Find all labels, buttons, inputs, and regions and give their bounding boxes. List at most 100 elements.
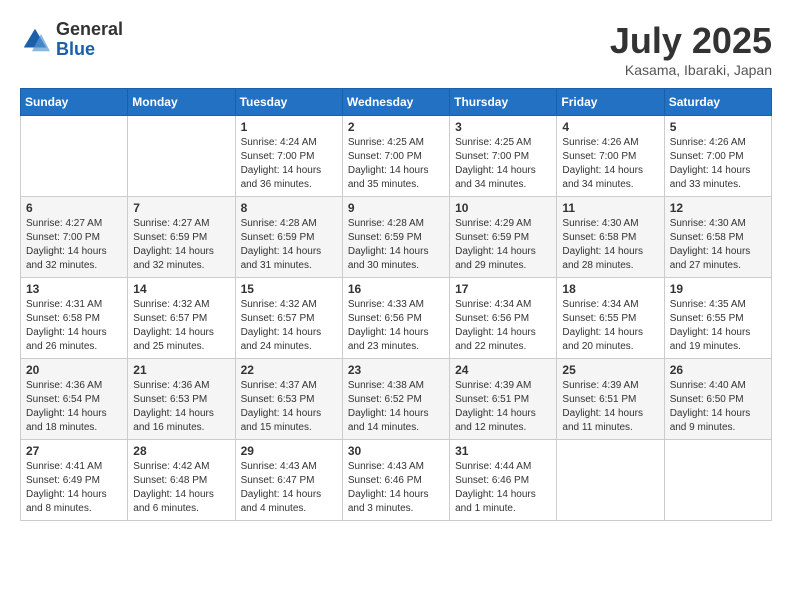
- day-info: Sunrise: 4:25 AMSunset: 7:00 PMDaylight:…: [455, 136, 551, 192]
- calendar-cell: 21 Sunrise: 4:36 AMSunset: 6:53 PMDayligh…: [128, 359, 235, 440]
- title-block: July 2025 Kasama, Ibaraki, Japan: [610, 20, 772, 78]
- day-number: 15: [241, 282, 337, 296]
- calendar-cell: 14Sunrise: 4:32 AMSunset: 6:57 PMDayligh…: [128, 278, 235, 359]
- day-number: 21: [133, 363, 229, 377]
- calendar-cell: 30Sunrise: 4:43 AMSunset: 6:46 PMDayligh…: [342, 440, 449, 521]
- day-info: Sunrise: 4:28 AMSunset: 6:59 PMDaylight:…: [348, 217, 444, 273]
- calendar-cell: [557, 440, 664, 521]
- calendar-cell: 13 Sunrise: 4:31 AMSunset: 6:58 PMDayligh…: [21, 278, 128, 359]
- day-info: Sunrise: 4:27 AMSunset: 7:00 PMDaylight:…: [26, 217, 122, 273]
- calendar-cell: 22 Sunrise: 4:37 AMSunset: 6:53 PMDayligh…: [235, 359, 342, 440]
- day-number: 1: [241, 120, 337, 134]
- day-info: Sunrise: 4:31 AMSunset: 6:58 PMDaylight:…: [26, 298, 122, 354]
- day-number: 7: [133, 201, 229, 215]
- calendar-header-row: SundayMondayTuesdayWednesdayThursdayFrid…: [21, 89, 772, 116]
- calendar-week-row: 20 Sunrise: 4:36 AMSunset: 6:54 PMDayligh…: [21, 359, 772, 440]
- calendar-week-row: 27Sunrise: 4:41 AMSunset: 6:49 PMDayligh…: [21, 440, 772, 521]
- calendar-cell: 20 Sunrise: 4:36 AMSunset: 6:54 PMDayligh…: [21, 359, 128, 440]
- day-number: 16: [348, 282, 444, 296]
- logo-icon: [20, 25, 50, 55]
- day-number: 8: [241, 201, 337, 215]
- weekday-header: Sunday: [21, 89, 128, 116]
- calendar-cell: [21, 116, 128, 197]
- day-number: 20: [26, 363, 122, 377]
- calendar-cell: 8 Sunrise: 4:28 AMSunset: 6:59 PMDaylight…: [235, 197, 342, 278]
- calendar-cell: 24 Sunrise: 4:39 AMSunset: 6:51 PMDayligh…: [450, 359, 557, 440]
- day-info: Sunrise: 4:39 AMSunset: 6:51 PMDaylight:…: [562, 379, 658, 435]
- day-info: Sunrise: 4:36 AMSunset: 6:54 PMDaylight:…: [26, 379, 122, 435]
- calendar-cell: 29 Sunrise: 4:43 AMSunset: 6:47 PMDayligh…: [235, 440, 342, 521]
- weekday-header: Thursday: [450, 89, 557, 116]
- day-number: 26: [670, 363, 766, 377]
- day-number: 2: [348, 120, 444, 134]
- calendar-cell: 23 Sunrise: 4:38 AMSunset: 6:52 PMDayligh…: [342, 359, 449, 440]
- calendar-cell: 15 Sunrise: 4:32 AMSunset: 6:57 PMDayligh…: [235, 278, 342, 359]
- day-info: Sunrise: 4:29 AMSunset: 6:59 PMDaylight:…: [455, 217, 551, 273]
- day-info: Sunrise: 4:39 AMSunset: 6:51 PMDaylight:…: [455, 379, 551, 435]
- day-number: 19: [670, 282, 766, 296]
- page-header: General Blue July 2025 Kasama, Ibaraki, …: [20, 20, 772, 78]
- day-number: 13: [26, 282, 122, 296]
- calendar-cell: 5Sunrise: 4:26 AMSunset: 7:00 PMDaylight…: [664, 116, 771, 197]
- day-number: 25: [562, 363, 658, 377]
- weekday-header: Saturday: [664, 89, 771, 116]
- day-number: 23: [348, 363, 444, 377]
- calendar-cell: 4 Sunrise: 4:26 AMSunset: 7:00 PMDaylight…: [557, 116, 664, 197]
- calendar-cell: 2 Sunrise: 4:25 AMSunset: 7:00 PMDaylight…: [342, 116, 449, 197]
- calendar-week-row: 1Sunrise: 4:24 AMSunset: 7:00 PMDaylight…: [21, 116, 772, 197]
- calendar-cell: 28Sunrise: 4:42 AMSunset: 6:48 PMDayligh…: [128, 440, 235, 521]
- day-info: Sunrise: 4:32 AMSunset: 6:57 PMDaylight:…: [241, 298, 337, 354]
- day-number: 3: [455, 120, 551, 134]
- calendar-cell: 6 Sunrise: 4:27 AMSunset: 7:00 PMDaylight…: [21, 197, 128, 278]
- day-info: Sunrise: 4:34 AMSunset: 6:56 PMDaylight:…: [455, 298, 551, 354]
- day-info: Sunrise: 4:36 AMSunset: 6:53 PMDaylight:…: [133, 379, 229, 435]
- calendar-cell: 10 Sunrise: 4:29 AMSunset: 6:59 PMDayligh…: [450, 197, 557, 278]
- day-number: 6: [26, 201, 122, 215]
- calendar-cell: 3 Sunrise: 4:25 AMSunset: 7:00 PMDaylight…: [450, 116, 557, 197]
- day-number: 12: [670, 201, 766, 215]
- calendar-cell: 16Sunrise: 4:33 AMSunset: 6:56 PMDayligh…: [342, 278, 449, 359]
- day-info: Sunrise: 4:28 AMSunset: 6:59 PMDaylight:…: [241, 217, 337, 273]
- day-number: 31: [455, 444, 551, 458]
- calendar-cell: 31 Sunrise: 4:44 AMSunset: 6:46 PMDayligh…: [450, 440, 557, 521]
- calendar-cell: 11 Sunrise: 4:30 AMSunset: 6:58 PMDayligh…: [557, 197, 664, 278]
- day-info: Sunrise: 4:26 AMSunset: 7:00 PMDaylight:…: [670, 136, 766, 192]
- calendar-cell: 7 Sunrise: 4:27 AMSunset: 6:59 PMDaylight…: [128, 197, 235, 278]
- day-number: 22: [241, 363, 337, 377]
- day-number: 9: [348, 201, 444, 215]
- weekday-header: Monday: [128, 89, 235, 116]
- calendar-cell: 18Sunrise: 4:34 AMSunset: 6:55 PMDayligh…: [557, 278, 664, 359]
- day-info: Sunrise: 4:25 AMSunset: 7:00 PMDaylight:…: [348, 136, 444, 192]
- calendar-cell: 17 Sunrise: 4:34 AMSunset: 6:56 PMDayligh…: [450, 278, 557, 359]
- weekday-header: Tuesday: [235, 89, 342, 116]
- calendar-cell: 19 Sunrise: 4:35 AMSunset: 6:55 PMDayligh…: [664, 278, 771, 359]
- day-number: 24: [455, 363, 551, 377]
- calendar-cell: [128, 116, 235, 197]
- day-info: Sunrise: 4:30 AMSunset: 6:58 PMDaylight:…: [670, 217, 766, 273]
- day-number: 30: [348, 444, 444, 458]
- day-number: 29: [241, 444, 337, 458]
- month-title: July 2025: [610, 20, 772, 62]
- weekday-header: Wednesday: [342, 89, 449, 116]
- day-number: 17: [455, 282, 551, 296]
- day-info: Sunrise: 4:44 AMSunset: 6:46 PMDaylight:…: [455, 460, 551, 516]
- calendar-cell: 9 Sunrise: 4:28 AMSunset: 6:59 PMDaylight…: [342, 197, 449, 278]
- day-number: 4: [562, 120, 658, 134]
- calendar-week-row: 13 Sunrise: 4:31 AMSunset: 6:58 PMDayligh…: [21, 278, 772, 359]
- day-info: Sunrise: 4:26 AMSunset: 7:00 PMDaylight:…: [562, 136, 658, 192]
- day-info: Sunrise: 4:35 AMSunset: 6:55 PMDaylight:…: [670, 298, 766, 354]
- day-info: Sunrise: 4:41 AMSunset: 6:49 PMDaylight:…: [26, 460, 122, 516]
- calendar-cell: [664, 440, 771, 521]
- day-info: Sunrise: 4:40 AMSunset: 6:50 PMDaylight:…: [670, 379, 766, 435]
- calendar-cell: 26 Sunrise: 4:40 AMSunset: 6:50 PMDayligh…: [664, 359, 771, 440]
- day-info: Sunrise: 4:37 AMSunset: 6:53 PMDaylight:…: [241, 379, 337, 435]
- logo-text: General Blue: [56, 20, 123, 60]
- day-info: Sunrise: 4:38 AMSunset: 6:52 PMDaylight:…: [348, 379, 444, 435]
- day-number: 10: [455, 201, 551, 215]
- day-number: 11: [562, 201, 658, 215]
- day-info: Sunrise: 4:30 AMSunset: 6:58 PMDaylight:…: [562, 217, 658, 273]
- calendar-table: SundayMondayTuesdayWednesdayThursdayFrid…: [20, 88, 772, 521]
- day-info: Sunrise: 4:27 AMSunset: 6:59 PMDaylight:…: [133, 217, 229, 273]
- day-info: Sunrise: 4:43 AMSunset: 6:47 PMDaylight:…: [241, 460, 337, 516]
- calendar-week-row: 6 Sunrise: 4:27 AMSunset: 7:00 PMDaylight…: [21, 197, 772, 278]
